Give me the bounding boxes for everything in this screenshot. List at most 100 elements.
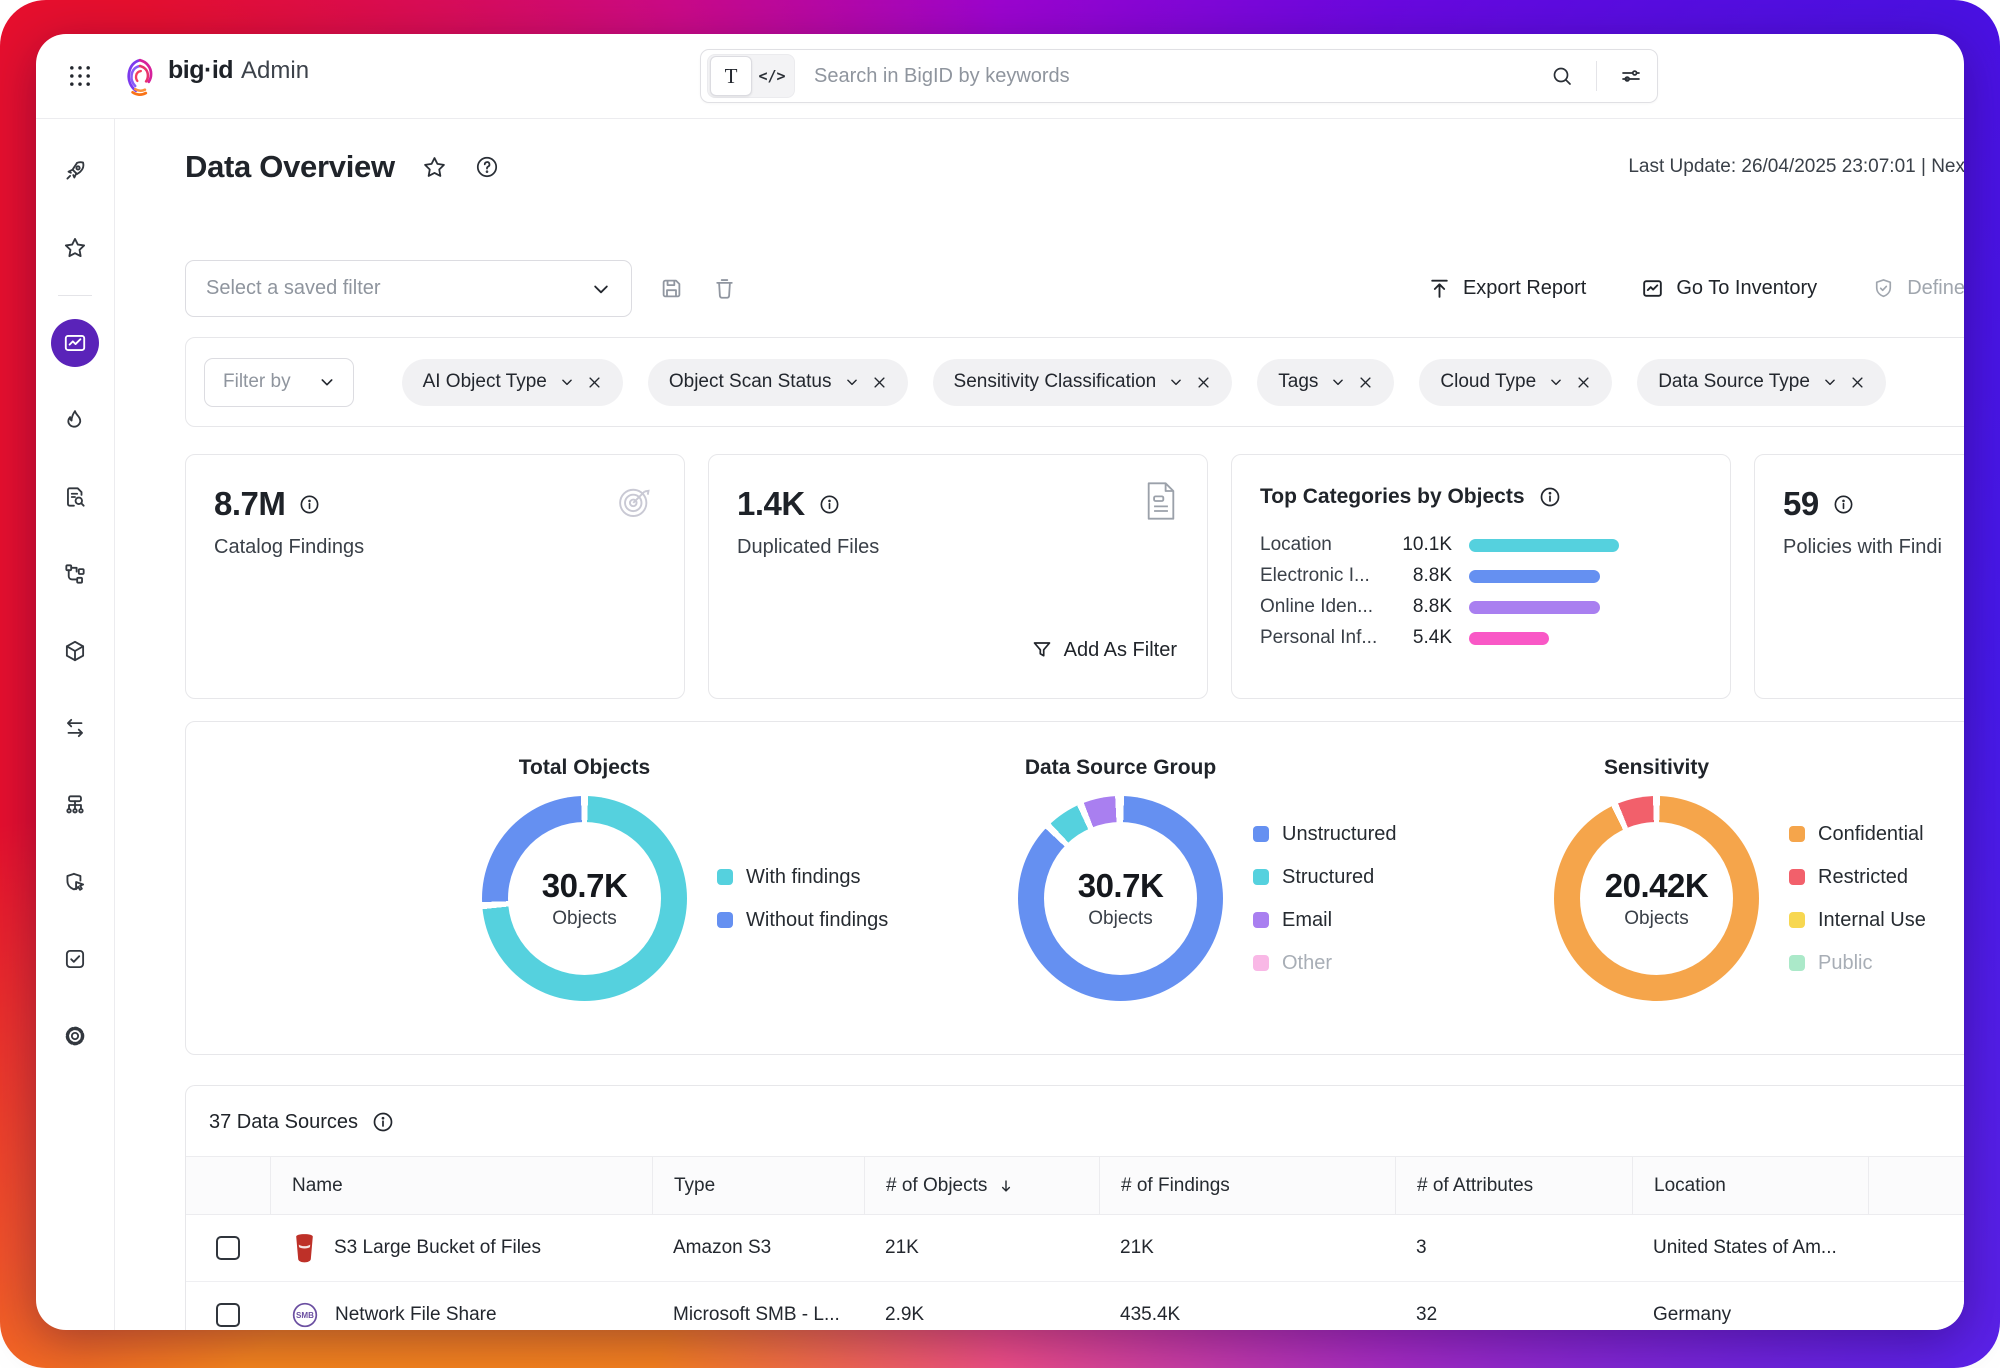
search-placeholder[interactable]: Search in BigID by keywords (814, 65, 1070, 88)
close-icon[interactable] (1196, 375, 1211, 390)
topbar: big·id Admin T </> Search in BigID by ke… (36, 34, 1964, 119)
close-icon[interactable] (1576, 375, 1591, 390)
chevron-down-icon[interactable] (1331, 375, 1345, 389)
filter-chip[interactable]: Cloud Type (1419, 359, 1612, 406)
chart-title: Data Source Group (1018, 756, 1223, 780)
info-icon[interactable] (818, 493, 841, 516)
favorite-star-icon[interactable] (421, 154, 448, 181)
close-icon[interactable] (587, 375, 602, 390)
datasource-name-cell[interactable]: S3 Large Bucket of Files (270, 1215, 652, 1282)
column-header--of-findings[interactable]: # of Findings (1099, 1157, 1395, 1214)
sidebar-item-rocket[interactable] (51, 147, 99, 195)
filter-by-dropdown[interactable]: Filter by (204, 358, 354, 407)
save-filter-icon[interactable] (658, 275, 685, 302)
table-row[interactable]: SMBNetwork File ShareMicrosoft SMB - L..… (186, 1282, 1964, 1330)
column-header-location[interactable]: Location (1632, 1157, 1868, 1214)
column-header--of-attributes[interactable]: # of Attributes (1395, 1157, 1632, 1214)
page-title: Data Overview (185, 149, 395, 185)
legend-item[interactable]: With findings (717, 866, 888, 889)
chevron-down-icon[interactable] (1823, 375, 1837, 389)
objects-cell: 21K (864, 1215, 1099, 1282)
info-icon[interactable] (1538, 485, 1562, 509)
legend-item[interactable]: Structured (1253, 866, 1397, 889)
row-checkbox[interactable] (216, 1236, 240, 1260)
delete-filter-icon[interactable] (711, 275, 738, 302)
chevron-down-icon[interactable] (1169, 375, 1183, 389)
search-filters-icon[interactable] (1611, 64, 1651, 88)
legend-item[interactable]: Unstructured (1253, 823, 1397, 846)
chip-label: Cloud Type (1440, 371, 1536, 393)
legend-swatch (1789, 912, 1805, 928)
saved-filter-select[interactable]: Select a saved filter (185, 260, 632, 317)
sidebar-item-data-cube[interactable] (51, 627, 99, 675)
donut-center: 30.7KObjects (508, 822, 661, 975)
policies-label: Policies with Findi (1783, 536, 1964, 559)
sidebar-item-settings[interactable] (51, 1012, 99, 1060)
row-checkbox[interactable] (216, 1303, 240, 1327)
legend-swatch (717, 869, 733, 885)
search-mode-toggle: T </> (707, 54, 795, 98)
export-report-button[interactable]: Export Report (1427, 276, 1586, 301)
add-as-filter-button[interactable]: Add As Filter (1030, 638, 1177, 662)
sidebar-item-classification[interactable] (51, 550, 99, 598)
query-mode-button[interactable]: </> (752, 67, 792, 85)
legend-item[interactable]: Email (1253, 909, 1397, 932)
chevron-down-icon[interactable] (845, 375, 859, 389)
sidebar-item-tasks[interactable] (51, 935, 99, 983)
donut-center-value: 30.7K (542, 867, 628, 905)
help-icon[interactable] (474, 154, 500, 180)
info-icon[interactable] (1832, 493, 1855, 516)
column-header--of-objects[interactable]: # of Objects (864, 1157, 1099, 1214)
access-intelligence-icon (62, 869, 88, 895)
define-button[interactable]: Define (1871, 276, 1964, 301)
legend-item[interactable]: Internal Use (1789, 909, 1926, 932)
close-icon[interactable] (1358, 375, 1373, 390)
datasource-name-cell[interactable]: SMBNetwork File Share (270, 1282, 652, 1330)
sidebar-item-reports[interactable] (51, 473, 99, 521)
sidebar-item-access-intelligence[interactable] (51, 858, 99, 906)
chart-legend: Unstructured Structured Email Other (1253, 823, 1397, 975)
chip-label: Object Scan Status (669, 371, 832, 393)
filter-chip[interactable]: Data Source Type (1637, 359, 1886, 406)
main-content: Data Overview Last Update: 26/04/2025 23… (115, 119, 1964, 1330)
legend-item[interactable]: Confidential (1789, 823, 1926, 846)
legend-item[interactable]: Restricted (1789, 866, 1926, 889)
chevron-down-icon[interactable] (560, 375, 574, 389)
sidebar-item-favorites-star[interactable] (51, 224, 99, 272)
legend-item[interactable]: Other (1253, 952, 1397, 975)
legend-item[interactable]: Public (1789, 952, 1926, 975)
info-icon[interactable] (371, 1110, 395, 1134)
sidebar-item-risk-flame[interactable] (51, 396, 99, 444)
filter-chip[interactable]: AI Object Type (402, 359, 623, 406)
sidebar-item-data-flows[interactable] (51, 704, 99, 752)
close-icon[interactable] (1850, 375, 1865, 390)
datasource-name: S3 Large Bucket of Files (334, 1237, 541, 1259)
legend-item[interactable]: Without findings (717, 909, 888, 932)
legend-swatch (1253, 869, 1269, 885)
text-mode-button[interactable]: T (710, 56, 752, 96)
bigid-logo[interactable]: big·id Admin (122, 56, 309, 96)
column-header-name[interactable]: Name (270, 1157, 652, 1214)
info-icon[interactable] (298, 493, 321, 516)
apps-grid-icon[interactable] (66, 62, 94, 90)
column-header-type[interactable]: Type (652, 1157, 864, 1214)
filter-chip[interactable]: Sensitivity Classification (933, 359, 1233, 406)
sidebar-item-hierarchy[interactable] (51, 781, 99, 829)
filter-chip[interactable]: Tags (1257, 359, 1394, 406)
chevron-down-icon[interactable] (1549, 375, 1563, 389)
donut-chart[interactable]: 20.42KObjects (1554, 796, 1759, 1001)
legend-label: Internal Use (1818, 909, 1926, 932)
filter-chip[interactable]: Object Scan Status (648, 359, 908, 406)
table-row[interactable]: S3 Large Bucket of FilesAmazon S321K21K3… (186, 1215, 1964, 1282)
search-icon[interactable] (1542, 64, 1582, 88)
close-icon[interactable] (872, 375, 887, 390)
global-search-bar[interactable]: T </> Search in BigID by keywords (700, 49, 1658, 103)
donut-chart[interactable]: 30.7KObjects (1018, 796, 1223, 1001)
brand-name: big·id (168, 56, 233, 85)
chart-title: Total Objects (482, 756, 687, 780)
go-to-inventory-button[interactable]: Go To Inventory (1640, 276, 1817, 301)
type-cell: Microsoft SMB - L... (652, 1282, 864, 1330)
top-categories-card: Top Categories by Objects Location10.1KE… (1231, 454, 1731, 699)
sidebar-item-data-overview-dashboard[interactable] (51, 319, 99, 367)
donut-chart[interactable]: 30.7KObjects (482, 796, 687, 1001)
